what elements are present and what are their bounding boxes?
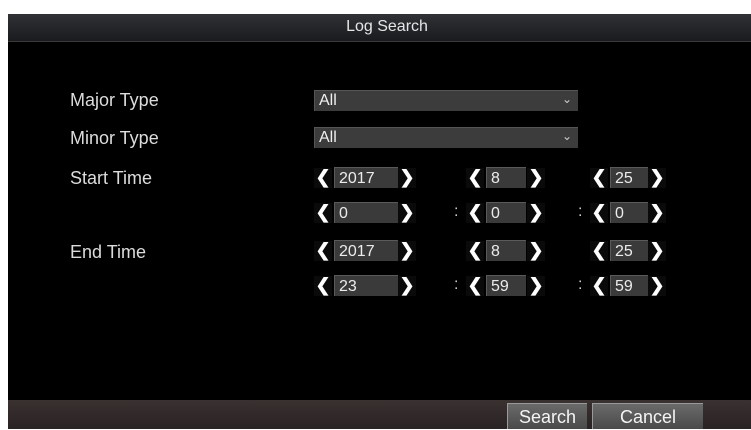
start-month-value[interactable]: 8 bbox=[486, 167, 526, 188]
search-button[interactable]: Search bbox=[507, 403, 587, 429]
time-separator: : bbox=[454, 276, 459, 293]
chevron-right-icon[interactable]: ❯ bbox=[648, 241, 666, 261]
chevron-left-icon[interactable]: ❮ bbox=[314, 168, 332, 188]
start-time-label: Start Time bbox=[70, 168, 153, 188]
major-type-select[interactable]: All ⌄ bbox=[314, 90, 578, 111]
chevron-down-icon: ⌄ bbox=[561, 92, 572, 106]
time-separator: : bbox=[578, 203, 583, 220]
start-second-value[interactable]: 0 bbox=[610, 202, 648, 223]
chevron-right-icon[interactable]: ❯ bbox=[398, 241, 416, 261]
chevron-left-icon[interactable]: ❮ bbox=[590, 203, 608, 223]
minor-type-select[interactable]: All ⌄ bbox=[314, 127, 578, 148]
chevron-left-icon[interactable]: ❮ bbox=[590, 168, 608, 188]
chevron-right-icon[interactable]: ❯ bbox=[527, 276, 545, 296]
time-separator: : bbox=[578, 276, 583, 293]
major-type-value: All bbox=[319, 92, 337, 109]
chevron-left-icon[interactable]: ❮ bbox=[466, 168, 484, 188]
end-month-value[interactable]: 8 bbox=[486, 240, 526, 261]
chevron-left-icon[interactable]: ❮ bbox=[314, 276, 332, 296]
end-hour-value[interactable]: 23 bbox=[334, 275, 398, 296]
start-year-value[interactable]: 2017 bbox=[334, 167, 398, 188]
chevron-left-icon[interactable]: ❮ bbox=[314, 203, 332, 223]
minor-type-value: All bbox=[319, 129, 337, 146]
minor-type-label: Minor Type bbox=[70, 128, 159, 148]
chevron-down-icon: ⌄ bbox=[561, 129, 572, 143]
time-separator: : bbox=[454, 203, 459, 220]
cancel-button[interactable]: Cancel bbox=[592, 403, 703, 429]
end-time-label: End Time bbox=[70, 242, 147, 262]
start-hour-value[interactable]: 0 bbox=[334, 202, 398, 223]
start-day-value[interactable]: 25 bbox=[610, 167, 648, 188]
chevron-left-icon[interactable]: ❮ bbox=[590, 276, 608, 296]
chevron-right-icon[interactable]: ❯ bbox=[648, 168, 666, 188]
chevron-right-icon[interactable]: ❯ bbox=[648, 203, 666, 223]
end-minute-value[interactable]: 59 bbox=[486, 275, 526, 296]
chevron-right-icon[interactable]: ❯ bbox=[527, 168, 545, 188]
chevron-left-icon[interactable]: ❮ bbox=[466, 241, 484, 261]
chevron-right-icon[interactable]: ❯ bbox=[527, 241, 545, 261]
chevron-left-icon[interactable]: ❮ bbox=[590, 241, 608, 261]
log-search-dialog: Log Search Major Type Minor Type Start T… bbox=[8, 14, 751, 429]
major-type-label: Major Type bbox=[70, 90, 159, 110]
title-bar: Log Search bbox=[8, 14, 751, 42]
end-second-value[interactable]: 59 bbox=[610, 275, 648, 296]
chevron-right-icon[interactable]: ❯ bbox=[398, 168, 416, 188]
end-day-value[interactable]: 25 bbox=[610, 240, 648, 261]
start-minute-value[interactable]: 0 bbox=[486, 202, 526, 223]
chevron-left-icon[interactable]: ❮ bbox=[314, 241, 332, 261]
chevron-right-icon[interactable]: ❯ bbox=[648, 276, 666, 296]
chevron-right-icon[interactable]: ❯ bbox=[398, 203, 416, 223]
end-year-value[interactable]: 2017 bbox=[334, 240, 398, 261]
chevron-left-icon[interactable]: ❮ bbox=[466, 276, 484, 296]
dialog-title: Log Search bbox=[346, 18, 428, 35]
chevron-right-icon[interactable]: ❯ bbox=[398, 276, 416, 296]
chevron-left-icon[interactable]: ❮ bbox=[466, 203, 484, 223]
chevron-right-icon[interactable]: ❯ bbox=[527, 203, 545, 223]
